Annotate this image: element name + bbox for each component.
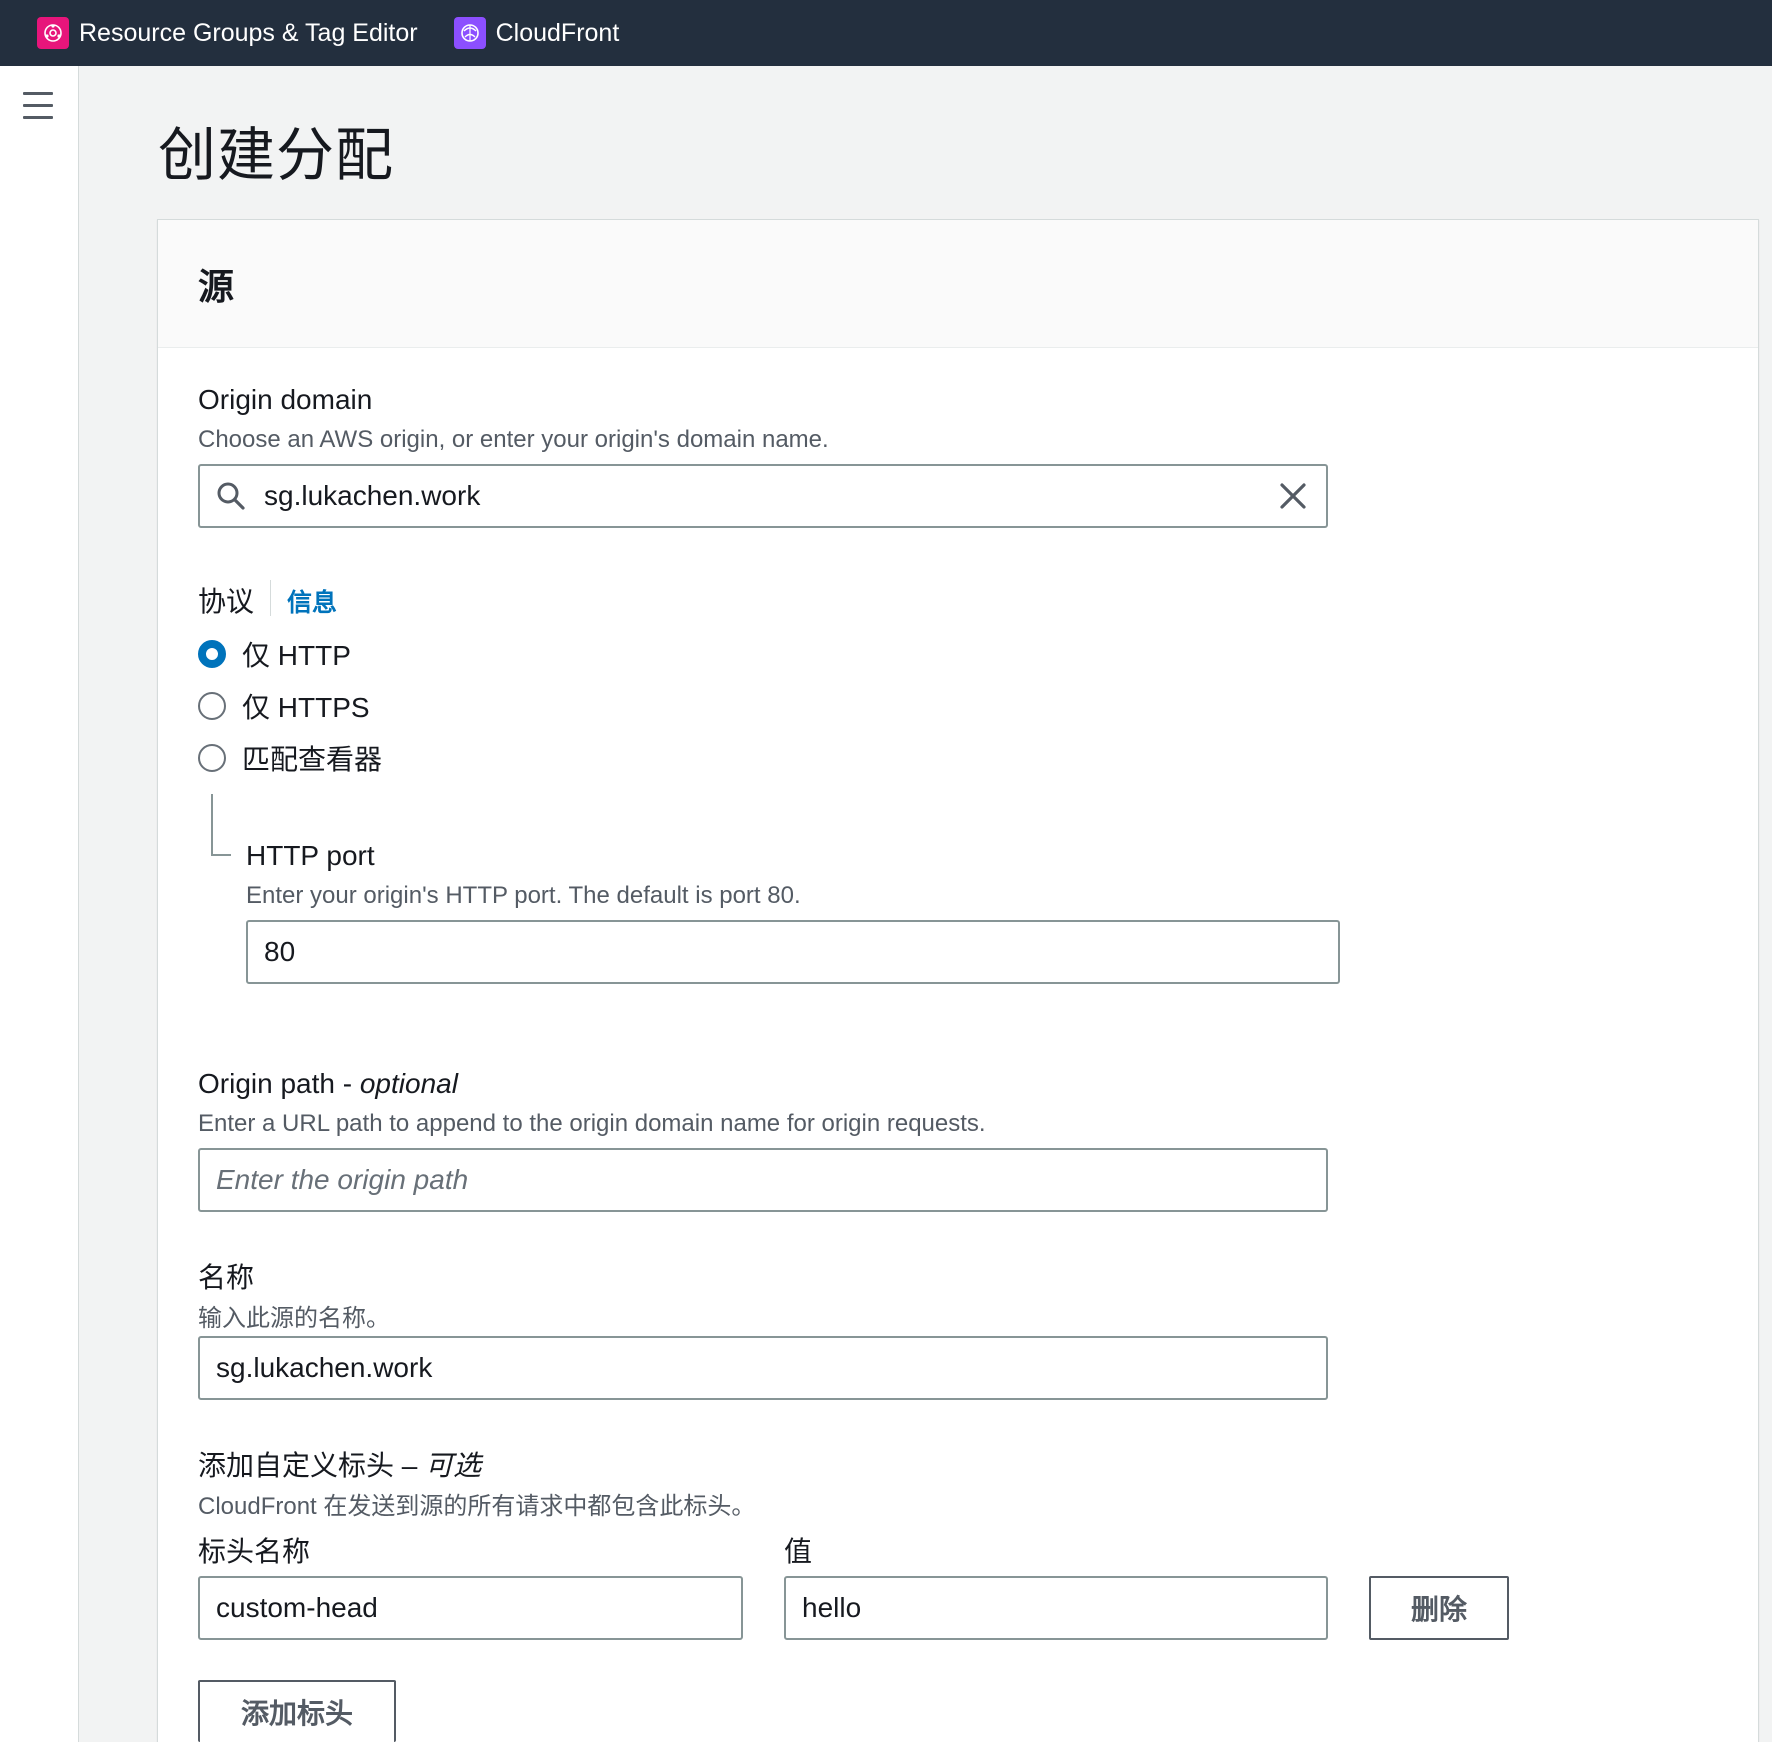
radio-label: 仅 HTTP [242,640,351,671]
clear-icon[interactable] [1278,481,1312,511]
side-navigation-collapsed [0,66,79,1742]
radio-checked[interactable] [198,640,226,668]
http-port-label: HTTP port [246,840,375,871]
http-port-input[interactable]: 80 [246,920,1340,984]
add-header-button[interactable]: 添加标头 [198,1680,396,1742]
menu-icon[interactable] [23,92,53,120]
radio-label: 仅 HTTPS [242,692,370,723]
header-name-value: custom-head [216,1592,378,1623]
origin-path-label: Origin path - optional [198,1068,458,1099]
page-title: 创建分配 [158,123,395,188]
service-shortcut-resource-groups[interactable]: Resource Groups & Tag Editor [37,0,418,66]
resource-groups-icon [37,17,69,49]
service-label: Resource Groups & Tag Editor [79,18,418,47]
radio-unchecked[interactable] [198,692,226,720]
http-port-description: Enter your origin's HTTP port. The defau… [246,882,801,909]
nested-field-connector [211,794,231,856]
panel-title: 源 [198,265,235,307]
custom-headers-description: CloudFront 在发送到源的所有请求中都包含此标头。 [198,1493,756,1520]
optional-marker: 可选 [425,1450,482,1481]
origin-domain-input[interactable]: sg.lukachen.work [198,464,1328,528]
radio-label: 匹配查看器 [242,744,383,775]
origin-domain-label: Origin domain [198,384,373,415]
top-navigation-bar: Resource Groups & Tag Editor CloudFront [0,0,1772,66]
protocol-option-match-viewer[interactable]: 匹配查看器 [198,738,382,778]
http-port-value: 80 [264,936,296,967]
origin-path-input[interactable]: Enter the origin path [198,1148,1328,1212]
name-label: 名称 [198,1262,255,1293]
name-value: sg.lukachen.work [216,1352,433,1383]
name-input[interactable]: sg.lukachen.work [198,1336,1328,1400]
cloudfront-icon [453,17,486,49]
origin-domain-description: Choose an AWS origin, or enter your orig… [198,426,829,453]
delete-header-button[interactable]: 删除 [1369,1576,1509,1640]
header-value-input[interactable]: hello [784,1576,1328,1640]
radio-unchecked[interactable] [198,744,226,772]
header-value-value: hello [802,1592,862,1623]
panel-header: 源 [158,220,1758,348]
header-name-input[interactable]: custom-head [198,1576,743,1640]
protocol-info-link[interactable]: 信息 [287,583,337,619]
protocol-label: 协议 [198,586,255,617]
service-label: CloudFront [495,18,620,47]
header-value-label: 值 [784,1536,813,1567]
search-icon [216,481,250,511]
header-name-label: 标头名称 [198,1536,311,1567]
optional-marker: optional [359,1068,458,1099]
origin-domain-value: sg.lukachen.work [264,480,481,511]
protocol-option-http-only[interactable]: 仅 HTTP [198,634,351,674]
name-description: 输入此源的名称。 [198,1305,390,1332]
service-shortcut-cloudfront[interactable]: CloudFront [453,0,620,66]
origin-path-placeholder: Enter the origin path [216,1164,469,1195]
custom-headers-label: 添加自定义标头 – 可选 [198,1450,482,1481]
origin-path-description: Enter a URL path to append to the origin… [198,1110,986,1137]
label-divider [270,580,271,616]
protocol-option-https-only[interactable]: 仅 HTTPS [198,686,370,726]
